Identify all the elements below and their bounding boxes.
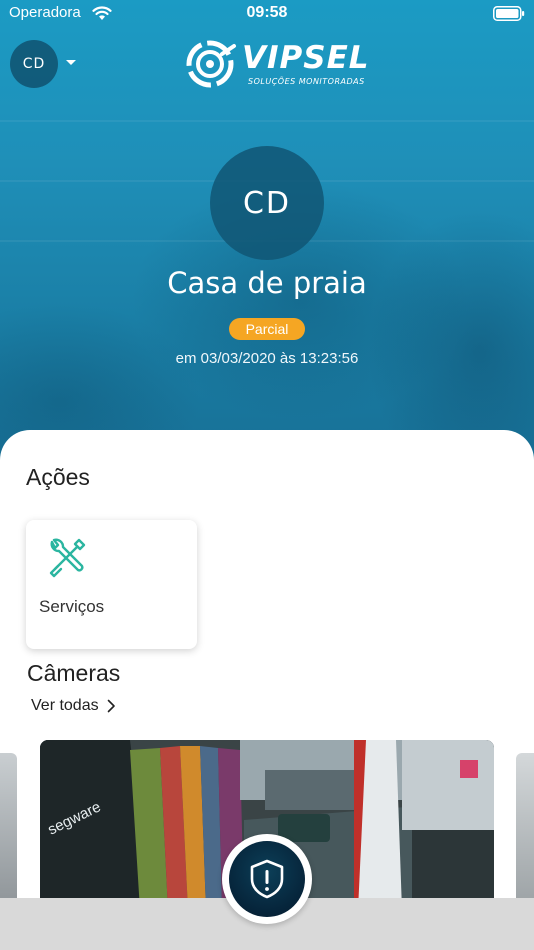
clock: 09:58 [246,4,288,21]
alarm-button[interactable] [222,834,312,924]
place-avatar: CD [210,146,324,260]
vipsel-logo: VIPSEL SOLUÇÕES MONITORADAS [182,36,369,92]
logo-mark-icon [186,40,236,88]
camera-thumbnail-next[interactable] [516,753,534,913]
tools-icon [49,538,86,578]
status-badge: Parcial [229,318,305,340]
status-timestamp: em 03/03/2020 às 13:23:56 [175,350,359,367]
hero-wave [0,120,534,122]
action-card-services[interactable]: Serviços [26,520,197,649]
chevron-right-icon [107,699,115,713]
shield-alert-icon [250,859,284,899]
alarm-button-inner [229,841,305,917]
hero-banner: Operadora 09:58 CD VIPSEL SOLUÇÕES MONIT… [0,0,534,470]
logo-tagline: SOLUÇÕES MONITORADAS [248,77,365,86]
action-label: Serviços [39,597,105,616]
status-bar: Operadora 09:58 [0,0,534,28]
battery-icon [493,6,525,21]
account-avatar[interactable]: CD [10,40,58,88]
see-all-label: Ver todas [31,697,99,714]
logo-name: VIPSEL [242,40,370,76]
chevron-down-icon[interactable] [64,58,78,68]
camera-thumbnail-prev[interactable] [0,753,17,913]
see-all-cameras-link[interactable]: Ver todas [31,696,116,716]
place-name: Casa de praia [167,266,367,300]
actions-title: Ações [26,464,90,490]
cameras-title: Câmeras [27,660,121,686]
